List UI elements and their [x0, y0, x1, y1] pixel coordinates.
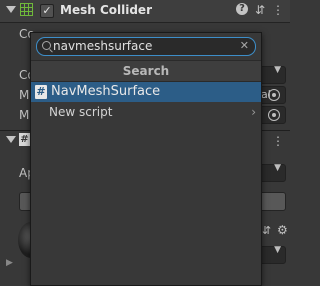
chevron-right-icon: › [251, 105, 256, 119]
clear-search-icon[interactable]: ✕ [240, 38, 249, 54]
foldout-arrow-icon[interactable] [6, 6, 16, 13]
component-title: Mesh Collider [60, 3, 152, 17]
search-field[interactable]: ✕ [36, 37, 256, 56]
mesh-collider-icon [20, 3, 33, 16]
popup-header-search: Search [31, 60, 261, 82]
kebab-menu-icon[interactable]: ⋮ [272, 134, 284, 148]
dropdown-arrow-icon: ▼ [274, 65, 281, 75]
help-icon[interactable]: ? [236, 3, 248, 15]
dropdown-arrow-icon: ▼ [274, 245, 281, 255]
mesh-field[interactable] [258, 106, 286, 124]
material-field[interactable]: al [258, 86, 286, 104]
mesh-collider-header[interactable]: ✓ Mesh Collider ? ⇵ ⋮ [0, 0, 290, 23]
gear-icon[interactable]: ⚙ [277, 223, 288, 237]
cooking-options-dropdown[interactable]: ▼ [258, 65, 286, 84]
result-item-navmeshsurface[interactable]: # NavMeshSurface [31, 82, 261, 102]
new-script-label: New script [49, 105, 113, 119]
field-label-material: M [19, 88, 30, 102]
script-icon: # [19, 133, 30, 146]
dropdown-field[interactable]: ▼ [258, 245, 286, 264]
header-actions: ? ⇵ ⋮ [236, 3, 284, 17]
result-label: NavMeshSurface [51, 84, 161, 99]
search-input[interactable] [53, 39, 238, 53]
dropdown-field[interactable]: ▼ [258, 163, 286, 182]
field-label-mesh: M [19, 108, 30, 122]
foldout-arrow-icon[interactable] [6, 136, 16, 143]
button-right[interactable] [258, 192, 286, 211]
presets-icon[interactable]: ⇵ [262, 224, 271, 237]
object-picker-icon[interactable] [268, 89, 280, 101]
search-icon [42, 41, 51, 50]
kebab-menu-icon[interactable]: ⋮ [272, 3, 284, 17]
add-component-popup: ✕ Search # NavMeshSurface New script › [30, 32, 262, 286]
new-script-item[interactable]: New script › [31, 102, 261, 122]
presets-icon[interactable]: ⇵ [254, 3, 266, 17]
component-enabled-checkbox[interactable]: ✓ [40, 4, 54, 18]
script-icon: # [35, 85, 47, 99]
foldout-arrow-icon[interactable]: ▶ [6, 258, 13, 268]
dropdown-arrow-icon: ▼ [274, 163, 281, 173]
object-picker-icon[interactable] [268, 109, 280, 121]
